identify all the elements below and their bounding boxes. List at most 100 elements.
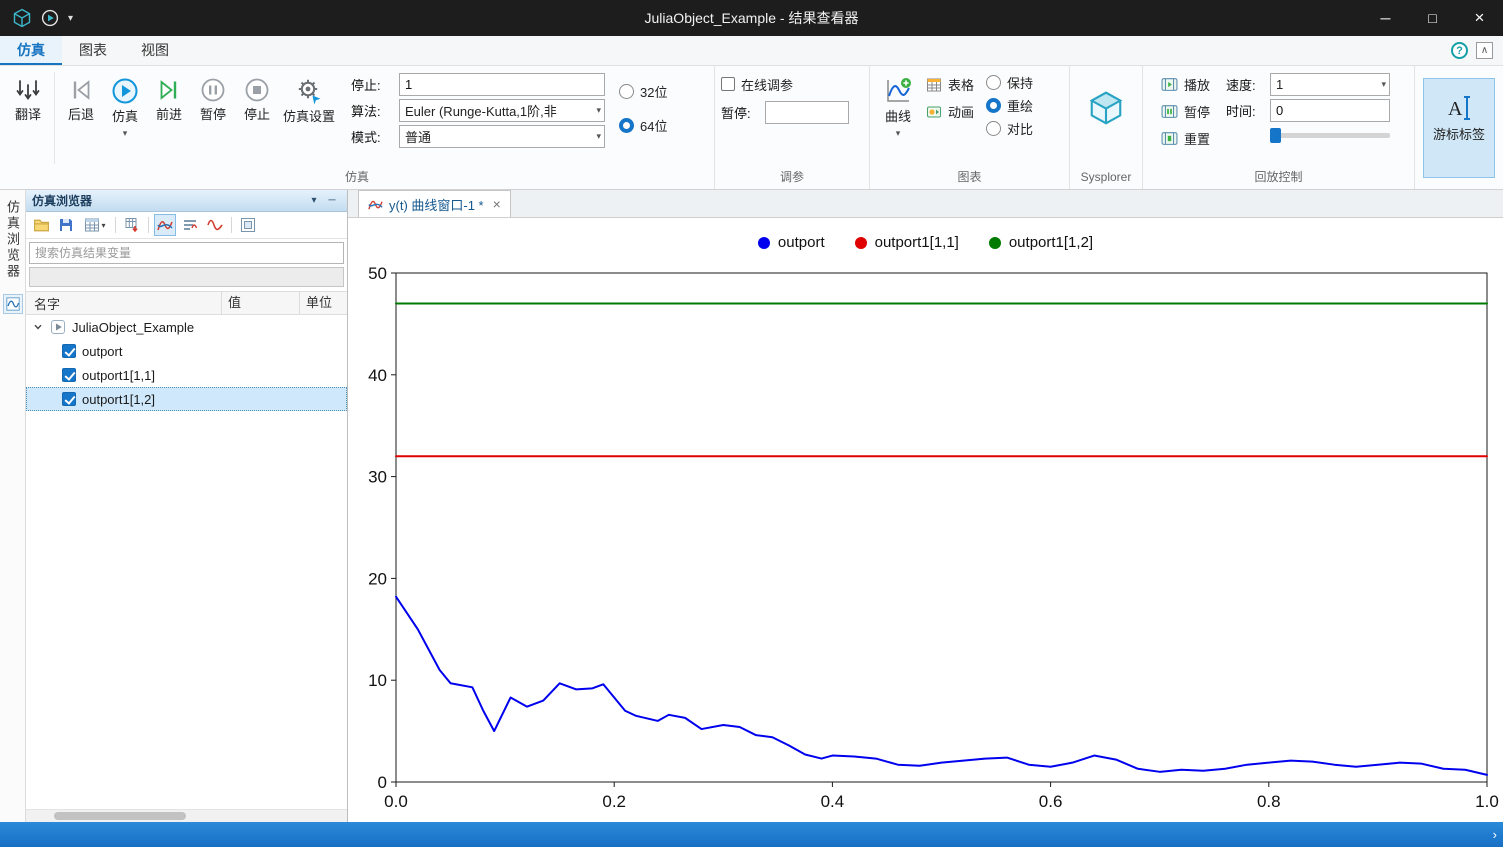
tree-item-outport1-1-1[interactable]: outport1[1,1] bbox=[26, 363, 347, 387]
online-tuning-checkbox[interactable]: 在线调参 bbox=[721, 72, 793, 96]
playback-reset-button[interactable]: 重置 bbox=[1155, 125, 1216, 152]
dock-curve-panel-icon[interactable] bbox=[3, 294, 23, 314]
column-unit[interactable]: 单位 bbox=[299, 292, 347, 314]
compare-window-icon[interactable] bbox=[237, 214, 259, 236]
export-result-icon[interactable] bbox=[121, 214, 143, 236]
sysplorer-button[interactable] bbox=[1083, 74, 1129, 160]
ribbon-group-simulation: 翻译 后退 仿真 ▾ 前进 bbox=[0, 66, 715, 189]
radio-64bit[interactable]: 64位 bbox=[619, 116, 667, 135]
open-folder-icon[interactable] bbox=[30, 214, 52, 236]
scrollbar-thumb[interactable] bbox=[54, 812, 186, 820]
animation-button[interactable]: 动画 bbox=[920, 98, 980, 125]
collapse-ribbon-icon[interactable]: ∧ bbox=[1476, 42, 1493, 59]
tree-item-root[interactable]: JuliaObject_Example bbox=[26, 315, 347, 339]
close-button[interactable]: × bbox=[1456, 0, 1503, 36]
y-tick-label: 0 bbox=[378, 773, 387, 792]
tree-item-outport1-1-2[interactable]: outport1[1,2] bbox=[26, 387, 347, 411]
stop-time-input[interactable] bbox=[399, 73, 605, 96]
checkbox-checked-icon[interactable] bbox=[62, 392, 76, 406]
tuning-pause-input[interactable] bbox=[765, 101, 849, 124]
tab-close-icon[interactable]: × bbox=[493, 196, 501, 212]
save-icon[interactable] bbox=[55, 214, 77, 236]
statusbar-expand-icon[interactable]: › bbox=[1493, 827, 1497, 842]
speed-label: 速度: bbox=[1226, 75, 1266, 94]
playback-reset-label: 重置 bbox=[1184, 129, 1210, 148]
titlebar: ▾ JuliaObject_Example - 结果查看器 ─ □ × bbox=[0, 0, 1503, 36]
pause-button[interactable]: 暂停 bbox=[191, 69, 235, 166]
tab-view[interactable]: 视图 bbox=[124, 36, 186, 65]
titlebar-run-icon[interactable] bbox=[41, 9, 59, 27]
column-name[interactable]: 名字 bbox=[26, 294, 221, 313]
legend-label: outport1[1,1] bbox=[875, 234, 959, 251]
speed-select[interactable]: 1 ▾ bbox=[1270, 73, 1390, 96]
ribbon-group-tuning: 在线调参 暂停: 调参 bbox=[715, 66, 870, 189]
curve-dropdown-icon[interactable]: ▾ bbox=[896, 129, 901, 137]
time-input[interactable] bbox=[1270, 99, 1390, 122]
stop-button[interactable]: 停止 bbox=[235, 69, 279, 166]
table-button[interactable]: 表格 bbox=[920, 71, 980, 98]
dock-tab-simulation-browser[interactable]: 仿真浏览器 bbox=[3, 194, 22, 286]
group-label-sysplorer: Sysplorer bbox=[1070, 168, 1142, 189]
step-back-button[interactable]: 后退 bbox=[59, 69, 103, 166]
translate-button[interactable]: 翻译 bbox=[6, 69, 50, 166]
tree-column-header[interactable]: 名字 值 单位 bbox=[26, 291, 347, 315]
run-button[interactable]: 仿真 ▾ bbox=[103, 69, 147, 166]
legend-marker bbox=[989, 237, 1001, 249]
cursor-label-button[interactable]: A 游标标签 bbox=[1423, 78, 1495, 178]
curve-filter-icon[interactable] bbox=[179, 214, 201, 236]
group-label-tuning: 调参 bbox=[715, 168, 869, 189]
curve-button[interactable]: 曲线 ▾ bbox=[876, 69, 920, 166]
step-forward-icon bbox=[156, 77, 182, 103]
time-slider[interactable] bbox=[1270, 128, 1390, 143]
column-value[interactable]: 值 bbox=[221, 292, 299, 314]
minimize-button[interactable]: ─ bbox=[1362, 0, 1409, 36]
curve-plot-area[interactable]: outportoutport1[1,1]outport1[1,2] 010203… bbox=[348, 218, 1503, 822]
chevron-down-icon: ▾ bbox=[101, 221, 105, 230]
radio-compare[interactable]: 对比 bbox=[986, 119, 1033, 138]
help-icon[interactable]: ? bbox=[1451, 42, 1468, 59]
playback-play-button[interactable]: 播放 bbox=[1155, 71, 1216, 98]
panel-collapse-icon[interactable]: ─ bbox=[323, 195, 341, 206]
search-input[interactable] bbox=[29, 242, 344, 264]
tree-item-label: outport bbox=[82, 344, 122, 359]
curve-signal-icon[interactable] bbox=[204, 214, 226, 236]
x-tick-label: 1.0 bbox=[1475, 792, 1499, 811]
curve-window-tab[interactable]: y(t) 曲线窗口-1 * × bbox=[358, 190, 511, 217]
filter-input[interactable] bbox=[29, 267, 344, 287]
checkbox-checked-icon[interactable] bbox=[62, 344, 76, 358]
curve-fit-icon[interactable] bbox=[154, 214, 176, 236]
table-view-icon[interactable]: ▾ bbox=[80, 214, 110, 236]
horizontal-scrollbar[interactable] bbox=[26, 809, 347, 822]
x-tick-label: 0.6 bbox=[1039, 792, 1063, 811]
quick-access-dropdown-icon[interactable]: ▾ bbox=[68, 13, 73, 24]
tab-chart[interactable]: 图表 bbox=[62, 36, 124, 65]
run-dropdown-icon[interactable]: ▾ bbox=[123, 129, 128, 137]
simulation-settings-button[interactable]: 仿真设置 bbox=[279, 69, 339, 166]
slider-thumb[interactable] bbox=[1270, 128, 1281, 143]
chevron-down-icon[interactable] bbox=[32, 322, 44, 332]
app-logo-icon[interactable] bbox=[12, 8, 32, 28]
radio-32bit[interactable]: 32位 bbox=[619, 82, 667, 101]
step-forward-button[interactable]: 前进 bbox=[147, 69, 191, 166]
legend-item[interactable]: outport1[1,2] bbox=[989, 234, 1093, 251]
curve-plot[interactable]: 010203040500.00.20.40.60.81.0 bbox=[348, 218, 1503, 822]
legend-item[interactable]: outport1[1,1] bbox=[855, 234, 959, 251]
legend-item[interactable]: outport bbox=[758, 234, 825, 251]
panel-menu-icon[interactable]: ▾ bbox=[305, 195, 323, 206]
radio-icon bbox=[986, 75, 1001, 90]
radio-hold[interactable]: 保持 bbox=[986, 73, 1033, 92]
tab-simulation[interactable]: 仿真 bbox=[0, 36, 62, 65]
radio-64bit-label: 64位 bbox=[640, 116, 667, 135]
algorithm-select[interactable]: Euler (Runge-Kutta,1阶,非 ▾ bbox=[399, 99, 605, 122]
result-variable-tree: JuliaObject_Example outport outport1[1,1… bbox=[26, 315, 347, 809]
playback-pause-button[interactable]: 暂停 bbox=[1155, 98, 1216, 125]
tree-item-label: outport1[1,2] bbox=[82, 392, 155, 407]
speed-value: 1 bbox=[1276, 77, 1381, 92]
maximize-button[interactable]: □ bbox=[1409, 0, 1456, 36]
radio-redraw[interactable]: 重绘 bbox=[986, 96, 1033, 115]
y-tick-label: 30 bbox=[368, 468, 387, 487]
checkbox-checked-icon[interactable] bbox=[62, 368, 76, 382]
curve-tab-icon bbox=[368, 197, 383, 212]
mode-select[interactable]: 普通 ▾ bbox=[399, 125, 605, 148]
tree-item-outport[interactable]: outport bbox=[26, 339, 347, 363]
